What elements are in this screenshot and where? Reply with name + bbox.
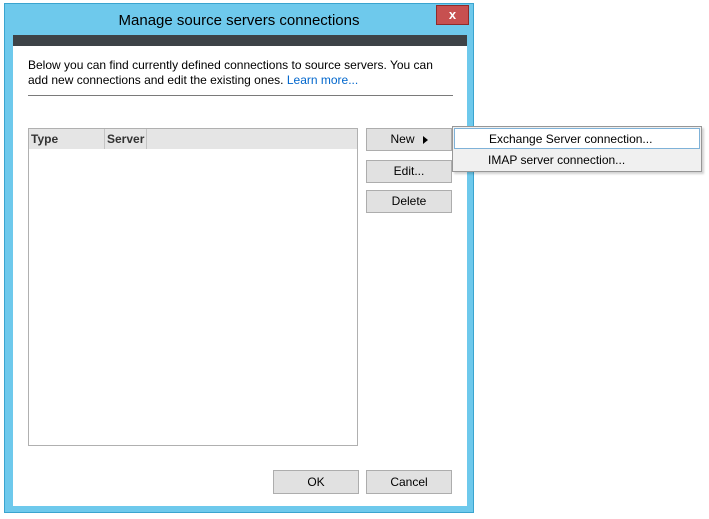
menu-item-exchange-connection[interactable]: Exchange Server connection... [454, 128, 700, 149]
dialog-body: Below you can find currently defined con… [13, 46, 467, 506]
menu-item-imap-connection[interactable]: IMAP server connection... [454, 150, 700, 171]
window-title: Manage source servers connections [118, 12, 360, 29]
cancel-button[interactable]: Cancel [366, 470, 452, 494]
column-header-type[interactable]: Type [29, 129, 105, 149]
new-button[interactable]: New [366, 128, 452, 151]
connections-list[interactable]: Type Server [28, 128, 358, 446]
manage-connections-dialog: Manage source servers connections x Belo… [4, 3, 474, 513]
description: Below you can find currently defined con… [28, 58, 453, 88]
learn-more-link[interactable]: Learn more... [287, 73, 358, 87]
list-header: Type Server [29, 129, 357, 149]
new-button-label: New [390, 132, 415, 146]
description-text: Below you can find currently defined con… [28, 58, 433, 87]
header-band [13, 35, 467, 46]
separator [28, 95, 453, 96]
delete-button[interactable]: Delete [366, 190, 452, 213]
column-header-server[interactable]: Server [105, 129, 147, 149]
title-bar[interactable]: Manage source servers connections x [5, 4, 473, 36]
new-connection-menu: Exchange Server connection... IMAP serve… [452, 126, 702, 172]
ok-button[interactable]: OK [273, 470, 359, 494]
submenu-arrow-icon [422, 135, 428, 144]
close-button[interactable]: x [436, 5, 469, 25]
edit-button[interactable]: Edit... [366, 160, 452, 183]
